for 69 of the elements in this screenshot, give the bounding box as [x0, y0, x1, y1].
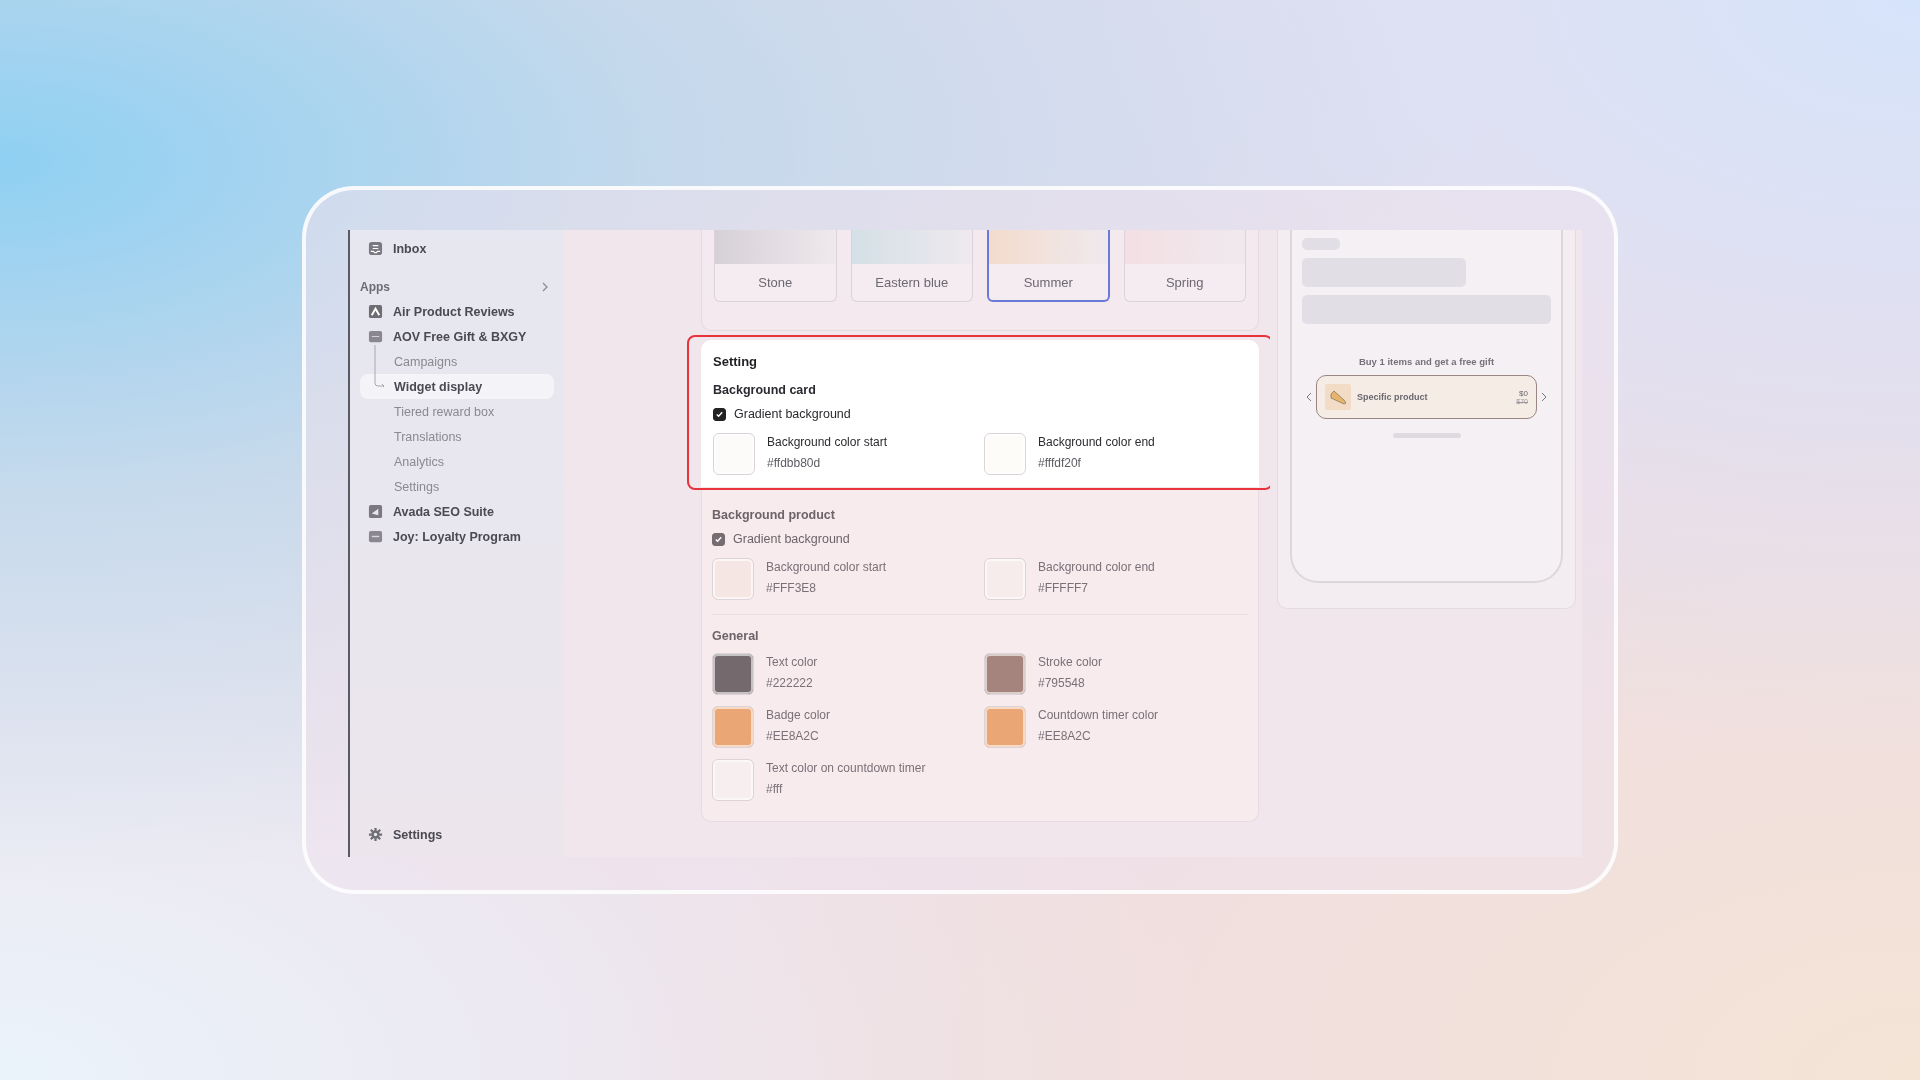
color-label: Background color start: [766, 560, 887, 574]
sidebar-subitem[interactable]: Settings: [360, 474, 554, 499]
color-swatch[interactable]: [984, 706, 1026, 748]
chevron-icon[interactable]: [540, 282, 550, 292]
chevron-right-icon[interactable]: [1541, 392, 1547, 402]
app-icon: [368, 304, 383, 319]
checkbox[interactable]: [712, 532, 725, 546]
checkbox-label: Gradient background: [733, 532, 850, 546]
color-label: Background color end: [1038, 435, 1155, 449]
settings-icon: [368, 827, 383, 842]
sidebar-item[interactable]: Air Product Reviews: [393, 304, 515, 319]
product-name: Specific product: [1357, 392, 1429, 402]
theme-option[interactable]: Summer: [987, 230, 1110, 302]
price: $0: [1519, 389, 1528, 398]
color-value: #EE8A2C: [1038, 729, 1092, 743]
check-icon: [715, 409, 724, 419]
card-title: Setting: [713, 354, 759, 369]
sidebar-subitem[interactable]: Campaigns: [360, 349, 554, 374]
group-title: Background card: [713, 383, 817, 397]
color-value: #FFF3E8: [766, 581, 817, 595]
color-label: Background color end: [1038, 560, 1155, 574]
color-label: Countdown timer color: [1038, 708, 1159, 722]
color-label: Stroke color: [1038, 655, 1103, 669]
checkbox[interactable]: [713, 407, 726, 421]
check-icon: [714, 534, 723, 544]
sidebar-item[interactable]: Inbox: [393, 241, 427, 256]
color-value: #FFFFF7: [1038, 581, 1089, 595]
color-value: #fff: [766, 782, 784, 796]
chevron-left-icon[interactable]: [1306, 392, 1312, 402]
color-value: #ffdbb80d: [767, 456, 822, 470]
sidebar-subitem[interactable]: Widget display: [360, 374, 554, 399]
sidebar-item[interactable]: Avada SEO Suite: [393, 504, 494, 519]
group-title: Background product: [712, 508, 836, 522]
sidebar-subitem[interactable]: Translations: [360, 424, 554, 449]
color-value: #795548: [1038, 676, 1086, 690]
scroll-indicator: [1392, 433, 1461, 438]
color-label: Text color: [766, 655, 818, 669]
color-value: #fffdf20f: [1038, 456, 1082, 470]
color-swatch[interactable]: [712, 759, 754, 801]
widget-headline: Buy 1 items and get a free gift: [1357, 356, 1496, 367]
sidebar-item[interactable]: AOV Free Gift & BXGY: [393, 329, 527, 344]
sidebar-subitem[interactable]: Tiered reward box: [360, 399, 554, 424]
sidebar-subitem[interactable]: Analytics: [360, 449, 554, 474]
color-value: #222222: [766, 676, 814, 690]
color-swatch[interactable]: [712, 706, 754, 748]
color-swatch[interactable]: [984, 558, 1026, 600]
theme-option[interactable]: Eastern blue: [850, 230, 973, 302]
group-title: General: [712, 629, 760, 643]
sidebar-item[interactable]: Settings: [393, 827, 443, 842]
sidebar-item[interactable]: Joy: Loyalty Program: [393, 529, 521, 544]
color-swatch[interactable]: [713, 433, 755, 475]
color-label: Background color start: [767, 435, 888, 449]
app-icon: [368, 329, 383, 344]
app-icon: [368, 504, 383, 519]
color-value: #EE8A2C: [766, 729, 820, 743]
shoe-icon: [1325, 384, 1351, 410]
theme-option[interactable]: Spring: [1123, 230, 1246, 302]
tree-connector: [374, 345, 386, 387]
color-swatch[interactable]: [984, 653, 1026, 695]
inbox-icon: [368, 241, 383, 256]
color-label: Text color on countdown timer: [766, 761, 926, 775]
app-icon: [368, 529, 383, 544]
section-label: Apps: [360, 280, 390, 294]
checkbox-label: Gradient background: [734, 407, 851, 421]
color-swatch[interactable]: [984, 433, 1026, 475]
color-swatch[interactable]: [712, 653, 754, 695]
color-swatch[interactable]: [712, 558, 754, 600]
color-label: Badge color: [766, 708, 831, 722]
theme-option[interactable]: Stone: [714, 230, 837, 302]
